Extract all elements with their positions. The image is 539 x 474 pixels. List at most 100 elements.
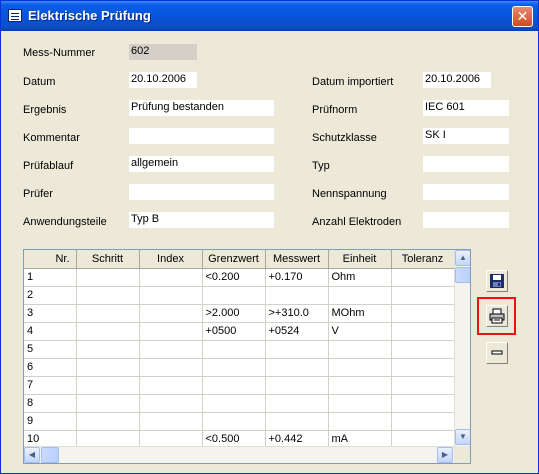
cell-index[interactable] xyxy=(139,358,203,377)
table-row[interactable]: 7 xyxy=(24,376,455,395)
scroll-down-icon[interactable]: ▼ xyxy=(455,429,470,445)
cell-grenzwert[interactable] xyxy=(202,358,266,377)
col-header-toleranz[interactable]: Toleranz xyxy=(391,250,455,269)
cell-nr[interactable]: 8 xyxy=(24,394,77,413)
cell-grenzwert[interactable] xyxy=(202,286,266,305)
anwendungsteile-field[interactable]: Typ B xyxy=(129,212,274,228)
table-row[interactable]: 2 xyxy=(24,286,455,305)
cell-nr[interactable]: 5 xyxy=(24,340,77,359)
cell-schritt[interactable] xyxy=(76,340,140,359)
scroll-left-icon[interactable]: ◀ xyxy=(24,447,40,463)
ergebnis-field[interactable]: Prüfung bestanden xyxy=(129,100,274,116)
cell-grenzwert[interactable] xyxy=(202,376,266,395)
horizontal-scroll-thumb[interactable] xyxy=(41,447,59,463)
cell-index[interactable] xyxy=(139,394,203,413)
cell-einheit[interactable] xyxy=(328,394,392,413)
anzahl-elektroden-field[interactable] xyxy=(423,212,509,228)
cell-toleranz[interactable] xyxy=(391,376,455,395)
cell-index[interactable] xyxy=(139,322,203,341)
cell-nr[interactable]: 6 xyxy=(24,358,77,377)
datum-field[interactable]: 20.10.2006 xyxy=(129,72,197,88)
cell-einheit[interactable] xyxy=(328,358,392,377)
cell-index[interactable] xyxy=(139,286,203,305)
cell-toleranz[interactable] xyxy=(391,412,455,431)
cell-messwert[interactable]: +0.170 xyxy=(265,268,329,287)
cell-einheit[interactable] xyxy=(328,412,392,431)
typ-field[interactable] xyxy=(423,156,509,172)
cell-index[interactable] xyxy=(139,340,203,359)
cell-index[interactable] xyxy=(139,376,203,395)
col-header-nr[interactable]: Nr. xyxy=(24,250,77,269)
cell-einheit[interactable]: V xyxy=(328,322,392,341)
cell-grenzwert[interactable]: +0500 xyxy=(202,322,266,341)
col-header-index[interactable]: Index xyxy=(139,250,203,269)
cell-messwert[interactable] xyxy=(265,286,329,305)
cell-schritt[interactable] xyxy=(76,304,140,323)
cell-schritt[interactable] xyxy=(76,376,140,395)
cell-messwert[interactable]: +0524 xyxy=(265,322,329,341)
cell-einheit[interactable]: MOhm xyxy=(328,304,392,323)
cell-index[interactable] xyxy=(139,304,203,323)
close-button[interactable]: ✕ xyxy=(512,6,533,27)
pruefnorm-field[interactable]: IEC 601 xyxy=(423,100,509,116)
cell-schritt[interactable] xyxy=(76,412,140,431)
table-row[interactable]: 1 <0.200 +0.170 Ohm xyxy=(24,268,455,287)
cell-messwert[interactable] xyxy=(265,376,329,395)
cell-toleranz[interactable] xyxy=(391,358,455,377)
cell-grenzwert[interactable] xyxy=(202,412,266,431)
table-row[interactable]: 6 xyxy=(24,358,455,377)
kommentar-field[interactable] xyxy=(129,128,274,144)
cell-schritt[interactable] xyxy=(76,322,140,341)
cell-messwert[interactable] xyxy=(265,412,329,431)
cell-toleranz[interactable] xyxy=(391,268,455,287)
cell-nr[interactable]: 4 xyxy=(24,322,77,341)
scroll-up-icon[interactable]: ▲ xyxy=(455,250,470,266)
cell-messwert[interactable] xyxy=(265,394,329,413)
col-header-messwert[interactable]: Messwert xyxy=(265,250,329,269)
nennspannung-field[interactable] xyxy=(423,184,509,200)
cell-schritt[interactable] xyxy=(76,358,140,377)
vertical-scroll-thumb[interactable] xyxy=(455,267,470,283)
cell-einheit[interactable]: Ohm xyxy=(328,268,392,287)
cell-nr[interactable]: 1 xyxy=(24,268,77,287)
vertical-scrollbar[interactable]: ▲ ▼ xyxy=(454,250,470,446)
cell-grenzwert[interactable]: <0.200 xyxy=(202,268,266,287)
print-button[interactable] xyxy=(486,305,508,327)
col-header-schritt[interactable]: Schritt xyxy=(76,250,140,269)
pruefer-field[interactable] xyxy=(129,184,274,200)
cell-messwert[interactable]: >+310.0 xyxy=(265,304,329,323)
cell-einheit[interactable] xyxy=(328,340,392,359)
cell-messwert[interactable] xyxy=(265,358,329,377)
schutzklasse-field[interactable]: SK I xyxy=(423,128,509,144)
table-row[interactable]: 4 +0500 +0524 V xyxy=(24,322,455,341)
cell-toleranz[interactable] xyxy=(391,340,455,359)
cell-schritt[interactable] xyxy=(76,394,140,413)
table-row[interactable]: 9 xyxy=(24,412,455,431)
cell-nr[interactable]: 2 xyxy=(24,286,77,305)
datum-importiert-field[interactable]: 20.10.2006 xyxy=(423,72,491,88)
table-row[interactable]: 3 >2.000 >+310.0 MOhm xyxy=(24,304,455,323)
cell-toleranz[interactable] xyxy=(391,322,455,341)
table-row[interactable]: 8 xyxy=(24,394,455,413)
col-header-grenzwert[interactable]: Grenzwert xyxy=(202,250,266,269)
cell-nr[interactable]: 9 xyxy=(24,412,77,431)
cell-messwert[interactable] xyxy=(265,340,329,359)
horizontal-scrollbar[interactable]: ◀ ▶ xyxy=(24,446,454,463)
table-row[interactable]: 5 xyxy=(24,340,455,359)
save-button[interactable] xyxy=(486,270,508,292)
pruefablauf-field[interactable]: allgemein xyxy=(129,156,274,172)
cell-grenzwert[interactable] xyxy=(202,340,266,359)
col-header-einheit[interactable]: Einheit xyxy=(328,250,392,269)
cell-toleranz[interactable] xyxy=(391,304,455,323)
cell-index[interactable] xyxy=(139,268,203,287)
cell-toleranz[interactable] xyxy=(391,286,455,305)
cell-einheit[interactable] xyxy=(328,286,392,305)
cell-index[interactable] xyxy=(139,412,203,431)
measurement-grid[interactable]: Nr. Schritt Index Grenzwert Messwert Ein… xyxy=(23,249,471,464)
cell-nr[interactable]: 7 xyxy=(24,376,77,395)
cell-einheit[interactable] xyxy=(328,376,392,395)
mess-nummer-field[interactable]: 602 xyxy=(129,44,197,60)
cell-grenzwert[interactable]: >2.000 xyxy=(202,304,266,323)
minus-button[interactable] xyxy=(486,342,508,364)
cell-toleranz[interactable] xyxy=(391,394,455,413)
